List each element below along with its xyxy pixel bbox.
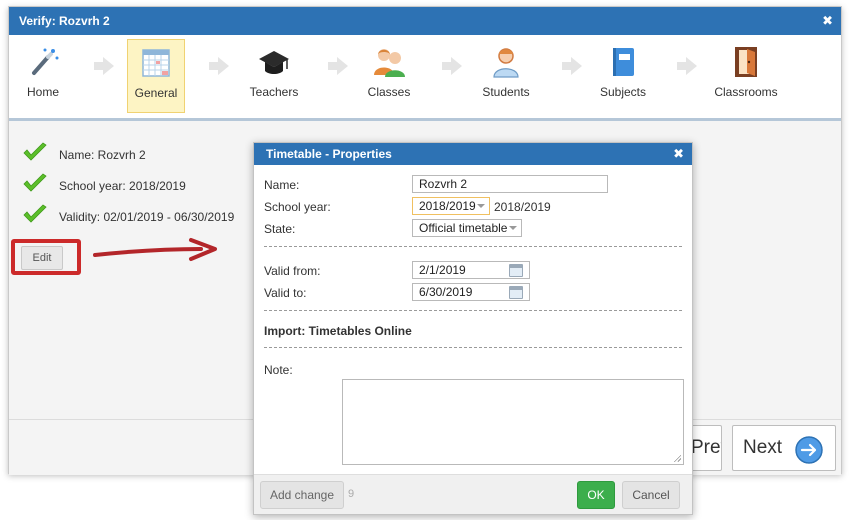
graduation-cap-icon bbox=[259, 51, 289, 74]
timetable-properties-dialog: Timetable - Properties ✖ Name: Rozvrh 2 … bbox=[253, 142, 693, 515]
note-label: Note: bbox=[264, 363, 293, 377]
dialog-title-bar: Timetable - Properties ✖ bbox=[254, 143, 692, 165]
step-subjects[interactable]: Subjects bbox=[594, 39, 652, 113]
school-year-value: 2018/2019 bbox=[419, 199, 476, 213]
grid-calendar-icon bbox=[142, 49, 170, 77]
step-label: Classes bbox=[367, 85, 411, 99]
import-heading: Import: Timetables Online bbox=[264, 324, 412, 338]
add-change-button[interactable]: Add change bbox=[260, 481, 344, 509]
resize-grip-icon[interactable] bbox=[673, 454, 681, 462]
checkmark-icon bbox=[23, 142, 47, 161]
chevron-right-icon bbox=[209, 57, 229, 75]
step-teachers[interactable]: Teachers bbox=[241, 39, 307, 113]
cancel-button[interactable]: Cancel bbox=[622, 481, 680, 509]
step-label: Teachers bbox=[249, 85, 299, 99]
change-count: 9 bbox=[348, 488, 355, 500]
window-title-bar: Verify: Rozvrh 2 ✖ bbox=[9, 7, 841, 35]
valid-from-value: 2/1/2019 bbox=[419, 263, 466, 277]
school-year-select[interactable]: 2018/2019 bbox=[412, 197, 490, 215]
wizard-steps: Home General Teachers Classes Students S… bbox=[9, 35, 841, 121]
valid-from-label: Valid from: bbox=[264, 264, 321, 278]
chevron-right-icon bbox=[442, 57, 462, 75]
calendar-icon[interactable] bbox=[509, 264, 523, 277]
divider bbox=[264, 246, 682, 247]
step-label: Classrooms bbox=[714, 85, 778, 99]
step-classes[interactable]: Classes bbox=[359, 39, 419, 113]
checkmark-icon bbox=[23, 173, 47, 192]
school-year-text: 2018/2019 bbox=[494, 200, 551, 214]
chevron-right-icon bbox=[677, 57, 697, 75]
arrow-right-circle-icon bbox=[795, 436, 823, 464]
edit-highlight: Edit bbox=[11, 239, 81, 275]
step-general[interactable]: General bbox=[127, 39, 185, 113]
chevron-right-icon bbox=[562, 57, 582, 75]
chevron-right-icon bbox=[328, 57, 348, 75]
step-home[interactable]: Home bbox=[15, 39, 71, 113]
valid-to-label: Valid to: bbox=[264, 286, 307, 300]
school-year-label: School year: bbox=[264, 200, 331, 214]
divider bbox=[264, 310, 682, 311]
name-input[interactable]: Rozvrh 2 bbox=[412, 175, 608, 193]
ok-button[interactable]: OK bbox=[577, 481, 615, 509]
next-button[interactable]: Next bbox=[732, 425, 836, 471]
calendar-icon[interactable] bbox=[509, 286, 523, 299]
group-icon bbox=[374, 49, 405, 77]
valid-to-input[interactable]: 6/30/2019 bbox=[412, 283, 530, 301]
window-close-icon[interactable]: ✖ bbox=[822, 7, 833, 35]
prev-label: Prev bbox=[691, 437, 721, 458]
step-label: Students bbox=[482, 85, 530, 99]
state-label: State: bbox=[264, 222, 296, 236]
valid-to-value: 6/30/2019 bbox=[419, 285, 473, 299]
dropdown-arrow-icon bbox=[509, 226, 517, 230]
chevron-right-icon bbox=[94, 57, 114, 75]
student-icon bbox=[493, 48, 519, 78]
step-classrooms[interactable]: Classrooms bbox=[709, 39, 783, 113]
divider bbox=[264, 347, 682, 348]
step-label: General bbox=[134, 86, 178, 100]
dropdown-arrow-icon bbox=[477, 204, 485, 208]
dialog-close-icon[interactable]: ✖ bbox=[673, 143, 684, 165]
next-label: Next bbox=[743, 437, 783, 458]
checkmark-icon bbox=[23, 204, 47, 223]
dialog-title: Timetable - Properties bbox=[266, 147, 392, 161]
step-label: Home bbox=[26, 85, 59, 99]
valid-from-input[interactable]: 2/1/2019 bbox=[412, 261, 530, 279]
step-label: Subjects bbox=[599, 85, 647, 99]
name-label: Name: bbox=[264, 178, 300, 192]
door-icon bbox=[735, 47, 757, 77]
annotation-arrow-icon bbox=[93, 238, 217, 261]
step-students[interactable]: Students bbox=[474, 39, 538, 113]
note-textarea[interactable] bbox=[342, 379, 684, 465]
book-icon bbox=[613, 48, 634, 76]
magic-wand-icon bbox=[32, 48, 59, 75]
state-value: Official timetable bbox=[419, 221, 508, 235]
window-title: Verify: Rozvrh 2 bbox=[19, 14, 110, 28]
state-select[interactable]: Official timetable bbox=[412, 219, 522, 237]
dialog-footer: Add change 9 OK Cancel bbox=[254, 474, 692, 514]
edit-button[interactable]: Edit bbox=[21, 246, 63, 270]
